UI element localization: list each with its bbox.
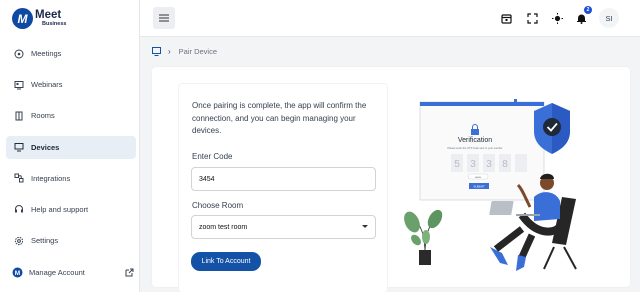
sidebar-nav: Meetings Webinars Rooms Devices Integrat… (6, 42, 136, 260)
illustration-submit: SUBMIT (473, 185, 485, 189)
app-logo[interactable]: M Meet Business (12, 8, 66, 29)
svg-text:M: M (15, 270, 20, 277)
account-icon: M (12, 267, 23, 278)
pair-device-form: Once pairing is complete, the app will c… (178, 83, 388, 292)
logo-title: Meet (35, 8, 62, 21)
logo-mark-icon: M (12, 8, 33, 29)
chat-bubble-icon (14, 49, 24, 59)
logo-subtitle: Business (42, 21, 67, 27)
notification-badge: 2 (584, 6, 592, 14)
pairing-description: Once pairing is complete, the app will c… (192, 101, 367, 135)
brightness-icon[interactable] (548, 9, 566, 27)
code-input[interactable]: 3454 (191, 167, 376, 191)
sidebar-item-meetings[interactable]: Meetings (6, 42, 136, 65)
otp-digit: 8 (502, 159, 508, 170)
sidebar-item-help[interactable]: Help and support (6, 198, 136, 221)
room-label: Choose Room (192, 201, 244, 210)
integrations-icon (14, 173, 24, 183)
headset-icon (14, 204, 24, 214)
illustration-caption: Please enter the OTP code sent to your n… (447, 146, 502, 150)
link-to-account-button[interactable]: Link To Account (191, 252, 261, 271)
otp-digit: 3 (470, 159, 476, 170)
room-select[interactable]: zoom test room (191, 215, 376, 239)
user-avatar[interactable]: SI (599, 8, 619, 28)
sidebar-item-webinars[interactable]: Webinars (6, 73, 136, 96)
fullscreen-icon[interactable] (523, 9, 541, 27)
hamburger-icon (159, 14, 169, 22)
svg-text:••••••: •••••• (475, 175, 481, 179)
breadcrumb: › Pair Device (152, 47, 217, 56)
sidebar-item-devices[interactable]: Devices (6, 135, 136, 159)
menu-toggle-button[interactable] (153, 7, 175, 29)
device-breadcrumb-icon[interactable] (152, 47, 161, 56)
breadcrumb-current: Pair Device (178, 47, 218, 56)
manage-account-label: Manage Account (29, 268, 85, 277)
sidebar-item-settings[interactable]: Settings (6, 229, 136, 252)
illustration-title: Verification (458, 137, 492, 144)
gear-icon (14, 236, 24, 246)
presentation-icon (14, 80, 24, 90)
otp-digit: 5 (454, 159, 460, 170)
external-link-icon (125, 268, 134, 277)
manage-account-link[interactable]: M Manage Account (12, 267, 134, 278)
chevron-down-icon (362, 225, 368, 228)
top-header: 2 SI (140, 0, 640, 37)
chevron-right-icon: › (168, 47, 171, 56)
code-label: Enter Code (192, 152, 233, 161)
device-icon (14, 142, 24, 152)
sidebar-item-rooms[interactable]: Rooms (6, 104, 136, 127)
pair-device-card: Once pairing is complete, the app will c… (152, 67, 630, 292)
verification-illustration: Verification Please enter the OTP code s… (404, 99, 577, 271)
sidebar-item-integrations[interactable]: Integrations (6, 167, 136, 190)
bell-icon[interactable]: 2 (572, 6, 592, 27)
otp-digit: 3 (486, 159, 492, 170)
sidebar: M Meet Business Meetings Webinars Rooms (0, 0, 140, 292)
room-select-value: zoom test room (199, 223, 248, 231)
calendar-icon[interactable] (497, 9, 515, 27)
door-icon (14, 111, 24, 121)
